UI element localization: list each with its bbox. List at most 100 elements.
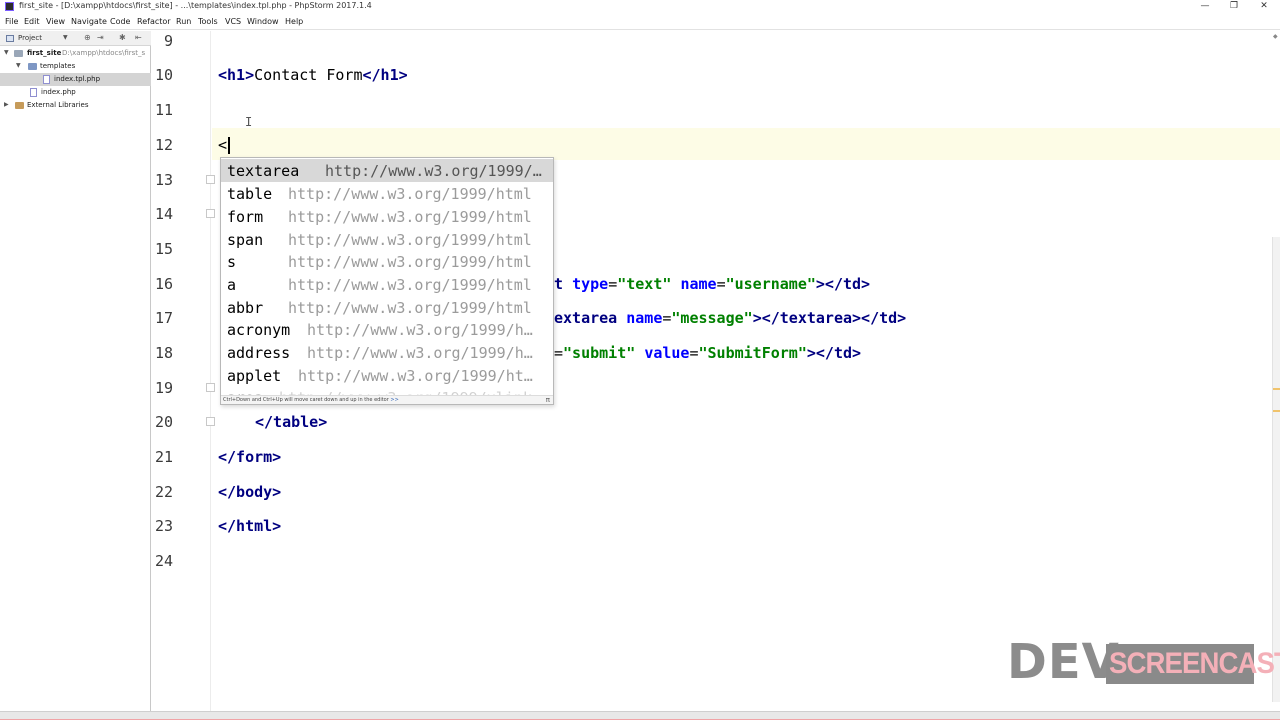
menu-run[interactable]: Run bbox=[176, 17, 191, 26]
menu-view[interactable]: View bbox=[46, 17, 65, 26]
code-line-16: t type="text" name="username"></td> bbox=[554, 275, 871, 293]
completion-item[interactable]: acronym http://www.w3.org/1999/h… bbox=[221, 318, 553, 341]
completion-hint-text: Ctrl+Down and Ctrl+Up will move caret do… bbox=[223, 397, 389, 403]
menu-tools[interactable]: Tools bbox=[198, 17, 218, 26]
maximize-button[interactable]: ❐ bbox=[1219, 0, 1249, 13]
php-file-icon bbox=[30, 88, 37, 97]
folder-icon bbox=[28, 63, 37, 70]
phpstorm-icon bbox=[5, 2, 14, 11]
window-title: first_site - [D:\xampp\htdocs\first_site… bbox=[19, 1, 372, 10]
error-stripe-marker[interactable] bbox=[1273, 410, 1280, 412]
completion-namespace: http://www.w3.org/1999/html bbox=[288, 185, 532, 203]
tree-item-first-site[interactable]: ▼ first_site D:\xampp\htdocs\first_s bbox=[0, 47, 151, 60]
menu-help[interactable]: Help bbox=[285, 17, 303, 26]
menu-vcs[interactable]: VCS bbox=[225, 17, 241, 26]
code-token: "username" bbox=[725, 275, 816, 293]
expand-arrow-icon[interactable]: ▶ bbox=[4, 101, 9, 108]
close-button[interactable]: ✕ bbox=[1249, 0, 1279, 13]
logo-screencast-text: SCREENCAST bbox=[1109, 647, 1280, 680]
code-token: t bbox=[554, 275, 573, 293]
minimize-button[interactable]: — bbox=[1190, 0, 1220, 13]
completion-name: span bbox=[227, 231, 264, 249]
gear-icon[interactable]: ✱ bbox=[119, 33, 126, 42]
menu-code[interactable]: Code bbox=[110, 17, 130, 26]
completion-item[interactable]: a http://www.w3.org/1999/html bbox=[221, 273, 553, 296]
completion-hint: Ctrl+Down and Ctrl+Up will move caret do… bbox=[223, 397, 399, 403]
completion-namespace: http://www.w3.org/1999/html bbox=[288, 276, 532, 294]
completion-more-link[interactable]: >> bbox=[390, 397, 398, 403]
project-panel-header: Project ▼ ⊕ ⇥ ✱ ⇤ bbox=[0, 31, 151, 46]
title-bar: first_site - [D:\xampp\htdocs\first_site… bbox=[0, 0, 1280, 14]
completion-namespace: http://www.w3.org/1999/h… bbox=[307, 344, 533, 362]
line-number: 10 bbox=[154, 66, 173, 84]
project-view-label[interactable]: Project bbox=[18, 34, 42, 42]
completion-name: s bbox=[227, 253, 237, 271]
completion-item[interactable]: table http://www.w3.org/1999/html bbox=[221, 182, 553, 205]
code-token: < bbox=[218, 136, 228, 154]
code-token: <h1> bbox=[218, 66, 255, 84]
completion-item[interactable]: form http://www.w3.org/1999/html bbox=[221, 205, 553, 228]
line-number: 16 bbox=[154, 275, 173, 293]
php-file-icon bbox=[43, 75, 50, 84]
tree-item-external-libraries[interactable]: ▶ External Libraries bbox=[0, 99, 151, 112]
line-number: 17 bbox=[154, 309, 173, 327]
editor-gutter: 9 10 11 12 13 14 15 16 17 18 19 20 21 22… bbox=[151, 31, 211, 711]
project-panel: Project ▼ ⊕ ⇥ ✱ ⇤ ▼ first_site D:\xampp\… bbox=[0, 31, 151, 711]
menu-refactor[interactable]: Refactor bbox=[137, 17, 171, 26]
collapse-all-icon[interactable]: ⇥ bbox=[97, 33, 104, 42]
menu-window[interactable]: Window bbox=[247, 17, 279, 26]
completion-item[interactable]: textarea http://www.w3.org/1999/… bbox=[221, 159, 553, 182]
code-line-21: </form> bbox=[218, 448, 282, 466]
line-number: 21 bbox=[154, 448, 173, 466]
tree-item-index-tpl[interactable]: index.tpl.php bbox=[0, 73, 151, 86]
code-line-23: </html> bbox=[218, 517, 282, 535]
code-token: = bbox=[554, 344, 564, 362]
completion-item[interactable]: span http://www.w3.org/1999/html bbox=[221, 228, 553, 251]
inspection-ok-icon[interactable]: ◆ bbox=[1273, 33, 1280, 40]
tree-item-label: index.php bbox=[41, 88, 76, 96]
line-number: 22 bbox=[154, 483, 173, 501]
chevron-down-icon[interactable]: ▼ bbox=[63, 34, 68, 41]
hide-panel-icon[interactable]: ⇤ bbox=[135, 33, 142, 42]
code-completion-popup[interactable]: textarea http://www.w3.org/1999/… table ht… bbox=[220, 157, 554, 405]
mouse-ibeam-cursor: Ι bbox=[245, 115, 253, 129]
menu-edit[interactable]: Edit bbox=[24, 17, 40, 26]
completion-name: form bbox=[227, 208, 264, 226]
completion-item[interactable]: applet http://www.w3.org/1999/ht… bbox=[221, 364, 553, 387]
library-icon bbox=[15, 102, 24, 109]
code-token: "text" bbox=[617, 275, 672, 293]
code-line-12: < bbox=[218, 136, 230, 154]
fold-marker-icon[interactable] bbox=[206, 417, 215, 426]
menu-navigate[interactable]: Navigate bbox=[71, 17, 107, 26]
pin-icon[interactable]: π bbox=[546, 396, 550, 404]
code-token: name bbox=[680, 275, 717, 293]
fold-marker-icon[interactable] bbox=[206, 175, 215, 184]
code-token: type bbox=[572, 275, 609, 293]
fold-marker-icon[interactable] bbox=[206, 383, 215, 392]
completion-namespace: http://www.w3.org/1999/html bbox=[288, 231, 532, 249]
error-stripe-marker[interactable] bbox=[1273, 388, 1280, 390]
expand-arrow-icon[interactable]: ▼ bbox=[16, 62, 21, 69]
current-line-highlight bbox=[212, 128, 1280, 160]
menu-bar: File Edit View Navigate Code Refactor Ru… bbox=[0, 14, 1280, 30]
fold-marker-icon[interactable] bbox=[206, 209, 215, 218]
tree-item-index-php[interactable]: index.php bbox=[0, 86, 151, 99]
completion-item[interactable]: s http://www.w3.org/1999/html bbox=[221, 250, 553, 273]
tree-item-label: first_site bbox=[27, 49, 62, 57]
completion-namespace: http://www.w3.org/1999/h… bbox=[307, 321, 533, 339]
completion-footer: Ctrl+Down and Ctrl+Up will move caret do… bbox=[221, 395, 553, 404]
code-line-22: </body> bbox=[218, 483, 282, 501]
expand-arrow-icon[interactable]: ▼ bbox=[4, 49, 9, 56]
editor-vertical-scrollbar[interactable] bbox=[1272, 237, 1280, 702]
scroll-from-source-icon[interactable]: ⊕ bbox=[84, 33, 91, 42]
code-line-10: <h1>Contact Form</h1> bbox=[218, 66, 408, 84]
completion-namespace: http://www.w3.org/1999/… bbox=[325, 162, 542, 180]
code-token: extarea bbox=[554, 309, 618, 327]
completion-namespace: http://www.w3.org/1999/ht… bbox=[298, 367, 533, 385]
line-number: 9 bbox=[163, 32, 173, 50]
line-number: 11 bbox=[154, 101, 173, 119]
completion-item[interactable]: abbr http://www.w3.org/1999/html bbox=[221, 296, 553, 319]
menu-file[interactable]: File bbox=[5, 17, 18, 26]
completion-item[interactable]: address http://www.w3.org/1999/h… bbox=[221, 341, 553, 364]
tree-item-templates[interactable]: ▼ templates bbox=[0, 60, 151, 73]
